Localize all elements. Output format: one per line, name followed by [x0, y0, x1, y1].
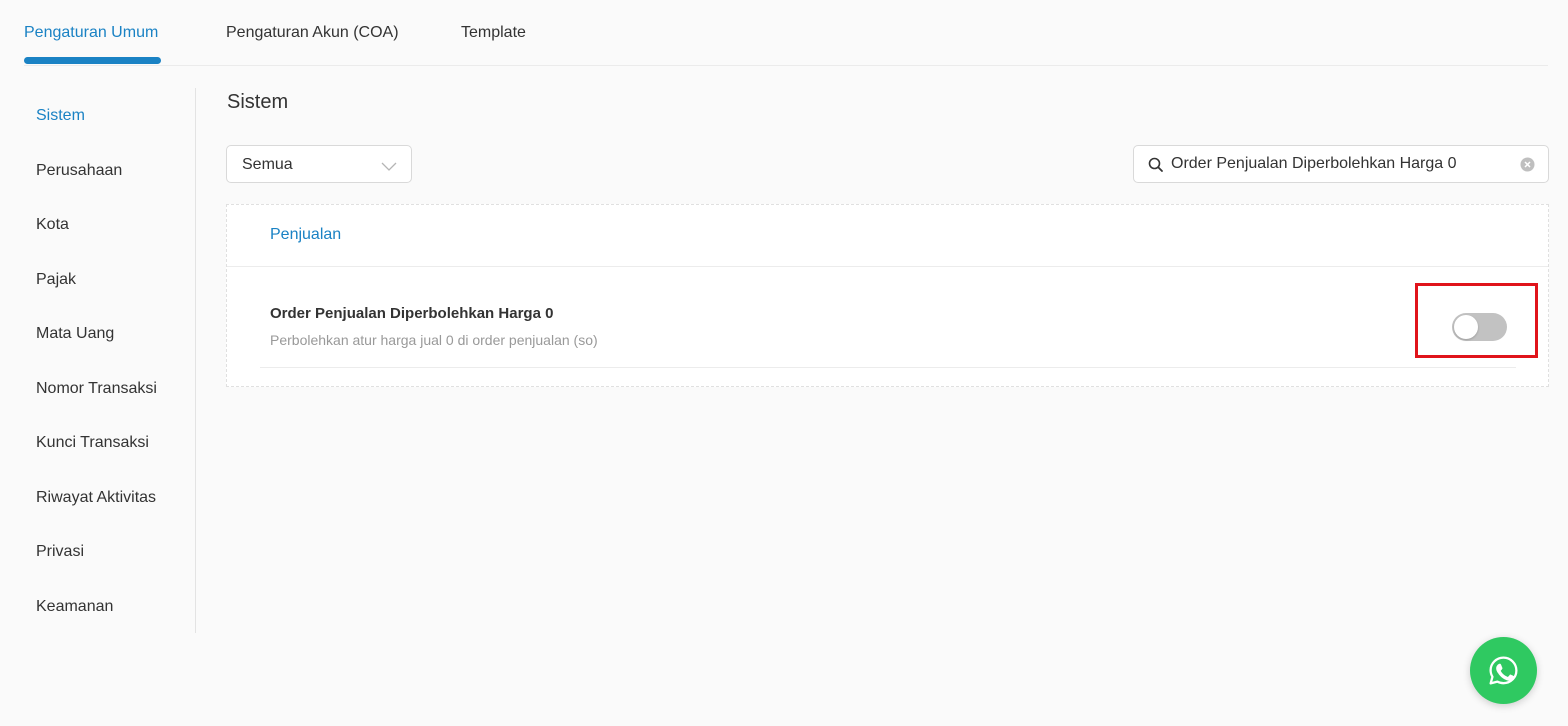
- search-icon: [1148, 157, 1164, 178]
- tab-pengaturan-akun[interactable]: Pengaturan Akun (COA): [226, 24, 399, 42]
- sidebar: Sistem Perusahaan Kota Pajak Mata Uang N…: [0, 88, 196, 633]
- tab-pengaturan-umum[interactable]: Pengaturan Umum: [24, 24, 158, 42]
- sidebar-item-mata-uang[interactable]: Mata Uang: [36, 325, 114, 343]
- sidebar-item-kota[interactable]: Kota: [36, 216, 69, 234]
- whatsapp-chat-button[interactable]: [1470, 637, 1537, 704]
- section-label-penjualan[interactable]: Penjualan: [270, 226, 341, 244]
- setting-toggle[interactable]: [1452, 313, 1507, 341]
- panel-header: Penjualan: [227, 205, 1548, 267]
- setting-description: Perbolehkan atur harga jual 0 di order p…: [270, 332, 598, 348]
- page-title: Sistem: [227, 91, 289, 113]
- sidebar-item-keamanan[interactable]: Keamanan: [36, 598, 113, 616]
- active-tab-indicator: [24, 57, 161, 64]
- settings-panel: Penjualan Order Penjualan Diperbolehkan …: [226, 204, 1549, 387]
- chevron-down-icon: [381, 159, 397, 177]
- sidebar-item-kunci-transaksi[interactable]: Kunci Transaksi: [36, 434, 149, 452]
- settings-page: Pengaturan Umum Pengaturan Akun (COA) Te…: [0, 0, 1568, 726]
- tab-template[interactable]: Template: [461, 24, 526, 42]
- sidebar-item-nomor-transaksi[interactable]: Nomor Transaksi: [36, 380, 157, 398]
- search-field: [1133, 145, 1549, 183]
- clear-icon[interactable]: [1520, 157, 1535, 177]
- search-input[interactable]: [1171, 152, 1511, 176]
- filter-select-value: Semua: [242, 156, 293, 173]
- sidebar-item-pajak[interactable]: Pajak: [36, 271, 76, 289]
- sidebar-item-perusahaan[interactable]: Perusahaan: [36, 162, 122, 180]
- whatsapp-icon: [1489, 656, 1518, 685]
- setting-title: Order Penjualan Diperbolehkan Harga 0: [270, 305, 554, 322]
- toggle-knob: [1454, 315, 1478, 339]
- sidebar-item-sistem[interactable]: Sistem: [36, 107, 85, 125]
- settings-tabs: Pengaturan Umum Pengaturan Akun (COA) Te…: [24, 0, 1548, 66]
- divider: [260, 367, 1516, 368]
- sidebar-item-riwayat-aktivitas[interactable]: Riwayat Aktivitas: [36, 489, 156, 507]
- sidebar-item-privasi[interactable]: Privasi: [36, 543, 84, 561]
- filter-select[interactable]: Semua: [226, 145, 412, 183]
